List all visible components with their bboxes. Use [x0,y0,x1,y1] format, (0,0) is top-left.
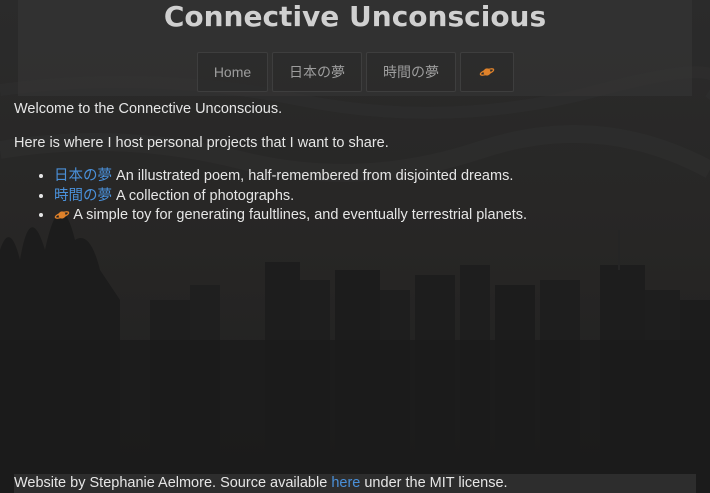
footer-suffix: under the MIT license. [360,475,508,491]
nav-nihon-no-yume-button[interactable]: 日本の夢 [272,52,362,92]
list-item: A simple toy for generating faultlines, … [54,206,694,226]
welcome-text: Welcome to the Connective Unconscious. [14,101,283,117]
source-link[interactable]: here [331,475,360,491]
project-description: A collection of photographs. [112,187,295,204]
nav-planet-button[interactable] [460,52,514,92]
nav-jikan-no-yume-button[interactable]: 時間の夢 [366,52,456,92]
list-item: 時間の夢 A collection of photographs. [54,187,694,207]
nav-bar: Home 日本の夢 時間の夢 [197,52,514,92]
nav-home-button[interactable]: Home [197,52,268,92]
footer-prefix: Website by Stephanie Aelmore. Source ava… [14,475,332,491]
project-link-nihon-no-yume[interactable]: 日本の夢 [54,168,112,184]
site-title: Connective Unconscious [163,0,547,33]
planet-icon [479,68,495,76]
footer: Website by Stephanie Aelmore. Source ava… [14,474,696,493]
planet-icon [54,211,70,219]
project-list: 日本の夢 An illustrated poem, half-remembere… [14,167,694,226]
main-content: Welcome to the Connective Unconscious. H… [14,100,694,226]
project-link-planet[interactable] [54,207,73,223]
intro-text: Here is where I host personal projects t… [14,135,389,151]
project-description: An illustrated poem, half-remembered fro… [112,168,514,184]
list-item: 日本の夢 An illustrated poem, half-remembere… [54,167,694,187]
project-link-jikan-no-yume[interactable]: 時間の夢 [54,188,112,204]
project-description: A simple toy for generating faultlines, … [73,207,528,223]
